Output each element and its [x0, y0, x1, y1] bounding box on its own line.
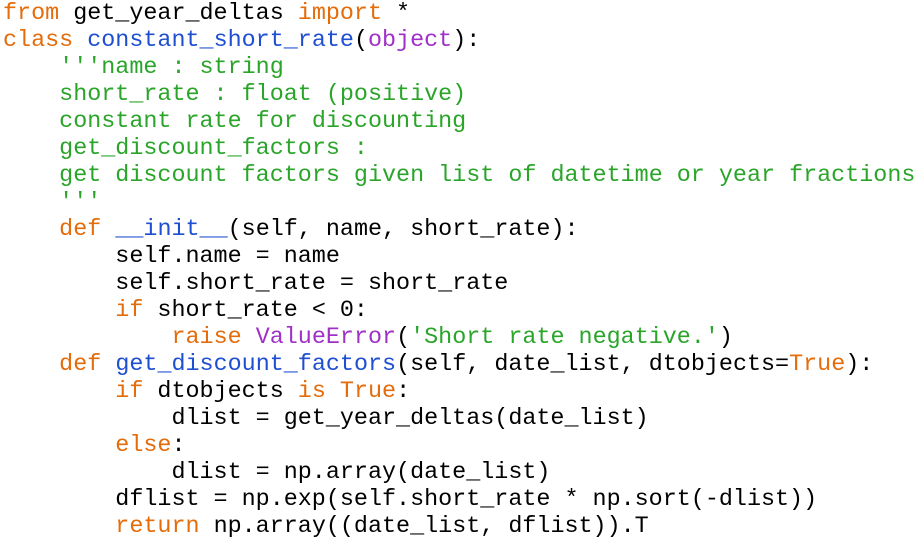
code-line[interactable]: '''name : string [3, 55, 915, 82]
keyword-token: import [297, 1, 383, 27]
docstring-token: short_rate : float (positive) [59, 82, 467, 108]
code-text-token: dflist = np.exp(self.short_rate * np.sor… [3, 487, 818, 513]
function-name-token: get_discount_factors [115, 352, 397, 378]
code-line[interactable]: self.name = name [3, 244, 915, 271]
code-text-token: : [171, 433, 186, 459]
builtin-token: ValueError [255, 325, 397, 351]
code-line[interactable]: from get_year_deltas import * [3, 1, 915, 28]
code-line[interactable]: get_discount_factors : [3, 136, 915, 163]
code-text-token: np.array((date_list, dflist)).T [199, 514, 649, 540]
code-text-token: self.short_rate = short_rate [3, 271, 509, 297]
keyword-token: raise [171, 325, 242, 351]
code-line[interactable]: raise ValueError('Short rate negative.') [3, 325, 915, 352]
docstring-token: ''' [59, 190, 102, 216]
code-line[interactable]: else: [3, 433, 915, 460]
code-text-token: (self, date_list, dtobjects= [396, 352, 790, 378]
code-text-token: ( [396, 325, 411, 351]
keyword-token: from [3, 1, 60, 27]
code-line[interactable]: short_rate : float (positive) [3, 82, 915, 109]
code-text-token: (self, name, short_rate): [227, 217, 579, 243]
code-text-token: get_year_deltas [59, 1, 298, 27]
keyword-token: class [3, 28, 74, 54]
string-token: 'Short rate negative.' [410, 325, 719, 351]
code-text-token: self.name = name [3, 244, 340, 270]
keyword-token: def [59, 217, 102, 243]
code-line[interactable]: if short_rate < 0: [3, 298, 915, 325]
docstring-token: '''name : string [59, 55, 284, 81]
code-line[interactable]: if dtobjects is True: [3, 379, 915, 406]
keyword-token: def [59, 352, 102, 378]
keyword-token: True [789, 352, 846, 378]
docstring-token: constant rate for discounting [59, 109, 467, 135]
code-text-token: dlist = get_year_deltas(date_list) [3, 406, 649, 432]
code-text-token: : [396, 379, 411, 405]
code-text-token: ): [845, 352, 874, 378]
code-line[interactable]: constant rate for discounting [3, 109, 915, 136]
code-line[interactable]: def __init__(self, name, short_rate): [3, 217, 915, 244]
code-line[interactable]: self.short_rate = short_rate [3, 271, 915, 298]
code-text-token: dlist = np.array(date_list) [3, 460, 551, 486]
function-name-token: __init__ [115, 217, 228, 243]
docstring-token: get_discount_factors : [59, 136, 368, 162]
code-line[interactable]: ''' [3, 190, 915, 217]
code-text-token: ( [353, 28, 368, 54]
keyword-token: is [297, 379, 326, 405]
docstring-token: get discount factors given list of datet… [59, 163, 916, 189]
code-line[interactable]: get discount factors given list of datet… [3, 163, 915, 190]
keyword-token: if [115, 379, 144, 405]
code-line[interactable]: dflist = np.exp(self.short_rate * np.sor… [3, 487, 915, 514]
keyword-token: return [115, 514, 200, 540]
code-line[interactable]: dlist = np.array(date_list) [3, 460, 915, 487]
builtin-token: object [367, 28, 453, 54]
keyword-token: True [339, 379, 397, 405]
code-line[interactable]: dlist = get_year_deltas(date_list) [3, 406, 915, 433]
keyword-token: else [115, 433, 172, 459]
code-text-token: dtobjects [143, 379, 298, 405]
code-line[interactable]: return np.array((date_list, dflist)).T [3, 514, 915, 541]
code-editor[interactable]: from get_year_deltas import * class const… [3, 1, 915, 541]
code-line[interactable]: class constant_short_rate(object): [3, 28, 915, 55]
code-text-token: short_rate < 0: [143, 298, 368, 324]
function-name-token: constant_short_rate [87, 28, 354, 54]
code-text-token: ): [452, 28, 481, 54]
code-text-token: ) [718, 325, 733, 351]
code-text-token: * [382, 1, 411, 27]
keyword-token: if [115, 298, 144, 324]
code-line[interactable]: def get_discount_factors(self, date_list… [3, 352, 915, 379]
